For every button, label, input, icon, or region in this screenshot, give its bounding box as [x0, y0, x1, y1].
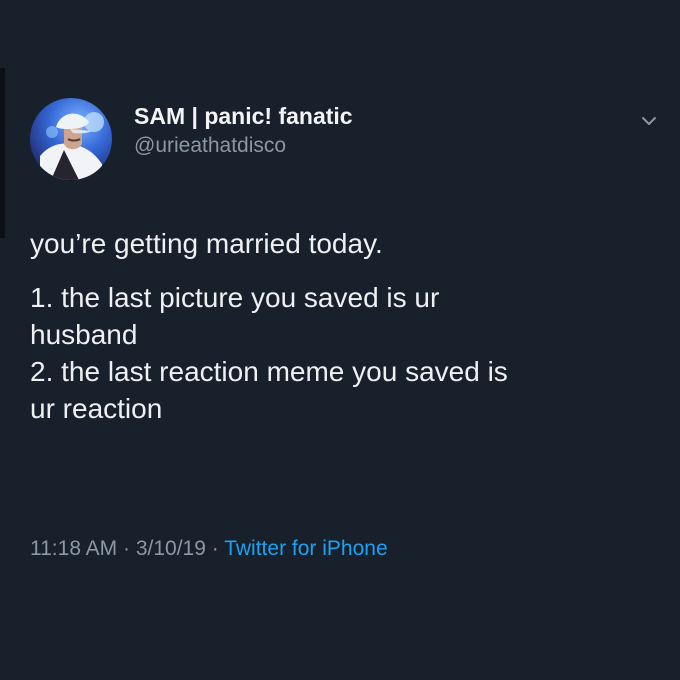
author-names: SAM | panic! fanatic @urieathatdisco: [134, 102, 353, 160]
tweet-list-item-2-line-1: 2. the last reaction meme you saved is: [30, 356, 508, 387]
tweet-body: you’re getting married today. 1. the las…: [30, 225, 640, 427]
tweet-card: SAM | panic! fanatic @urieathatdisco you…: [0, 0, 680, 680]
meta-separator-2: ·: [205, 537, 225, 560]
tweet-list-item-1: 1. the last picture you saved is ur husb…: [30, 279, 640, 353]
meta-separator-1: ·: [117, 537, 136, 560]
tweet-date[interactable]: 3/10/19: [136, 537, 206, 560]
avatar-image: [40, 112, 104, 180]
tweet-list-item-2: 2. the last reaction meme you saved is u…: [30, 353, 640, 427]
tweet-time[interactable]: 11:18 AM: [30, 537, 117, 560]
tweet-list-item-1-line-1: 1. the last picture you saved is ur: [30, 282, 440, 313]
chevron-down-icon[interactable]: [638, 110, 660, 132]
tweet-list-item-2-line-2: ur reaction: [30, 393, 163, 424]
author-handle[interactable]: @urieathatdisco: [134, 132, 353, 160]
left-edge-shadow: [0, 68, 5, 238]
user-avatar[interactable]: [30, 98, 112, 180]
tweet-meta: 11:18 AM · 3/10/19 · Twitter for iPhone: [30, 535, 388, 563]
tweet-source-link[interactable]: Twitter for iPhone: [224, 537, 387, 560]
tweet-header: SAM | panic! fanatic @urieathatdisco: [30, 98, 660, 180]
author-display-name[interactable]: SAM | panic! fanatic: [134, 102, 353, 130]
tweet-line-intro: you’re getting married today.: [30, 228, 383, 259]
tweet-list-item-1-line-2: husband: [30, 319, 138, 350]
